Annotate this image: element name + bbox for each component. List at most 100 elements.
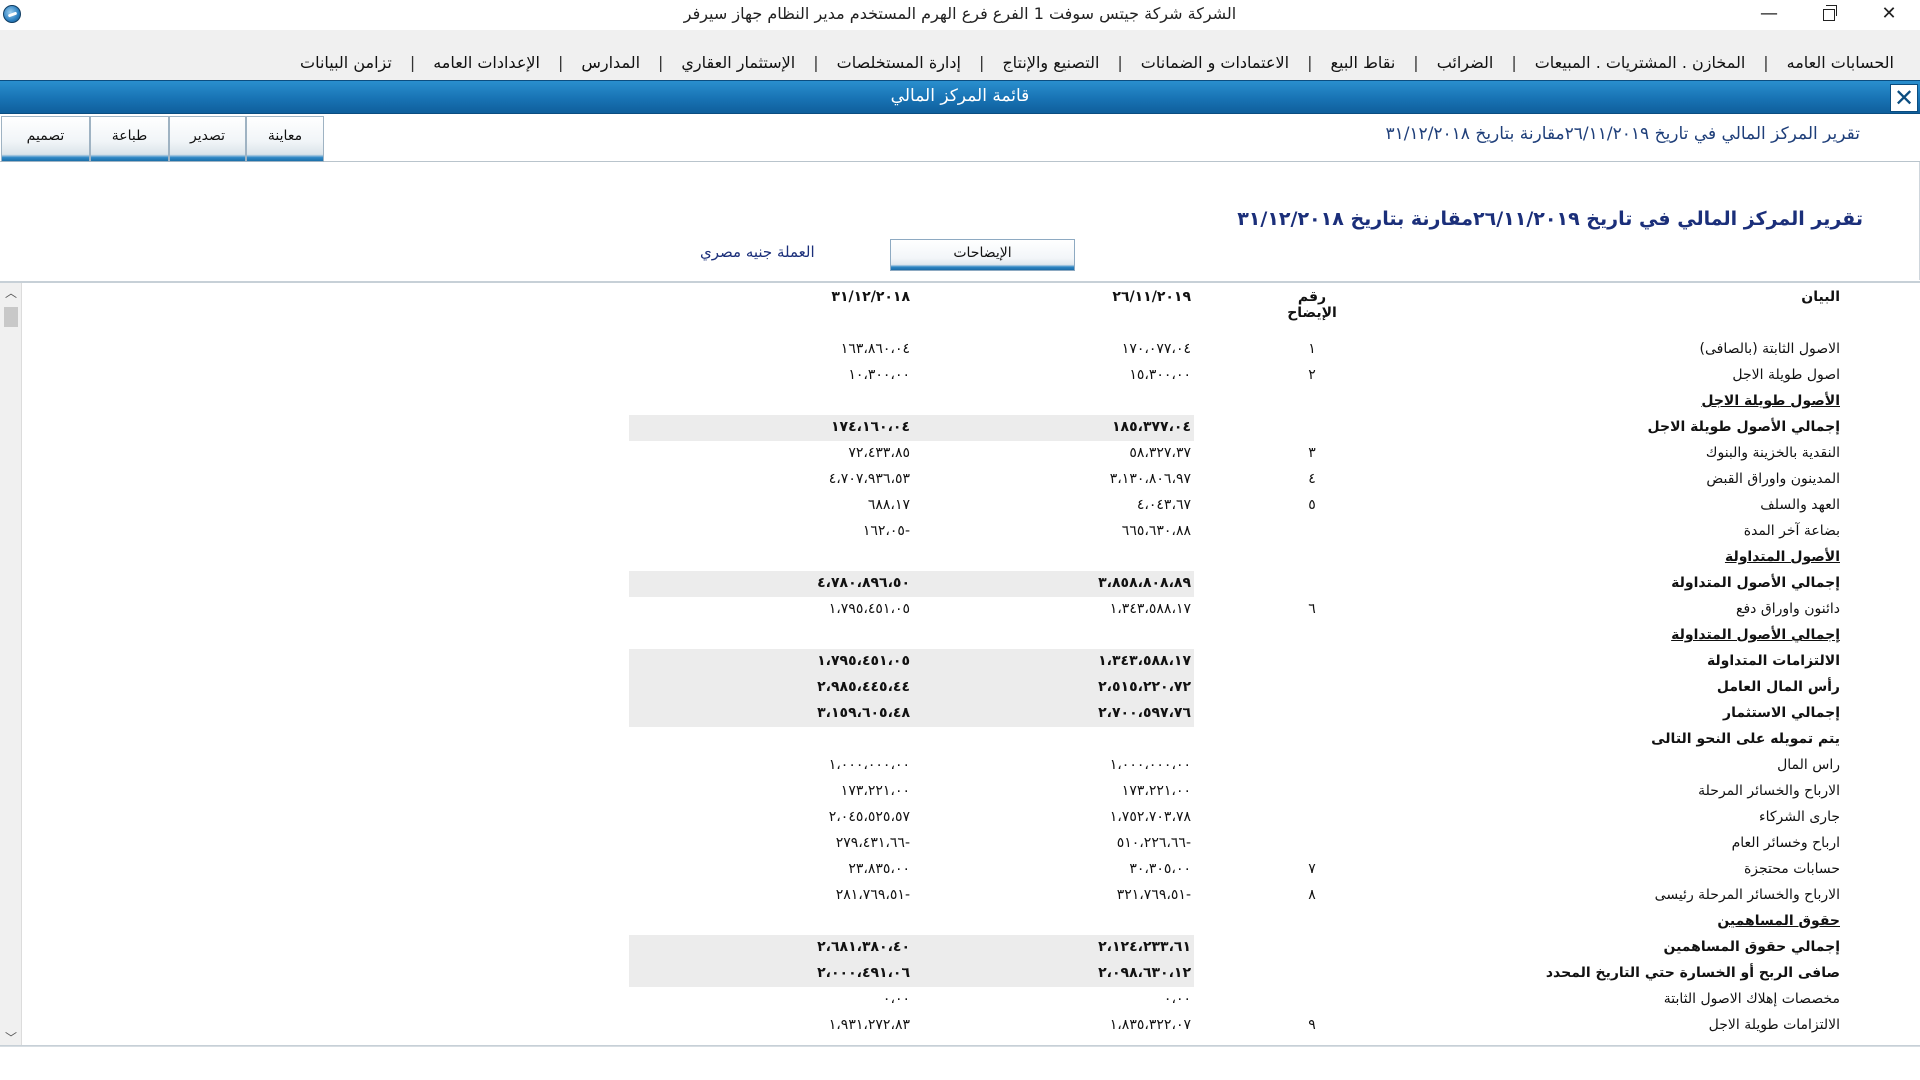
row-label: المدينون واوراق القبض	[1706, 471, 1840, 487]
close-window-button[interactable]: ✕	[1860, 0, 1918, 30]
row-label: الالتزامات طويلة الاجل	[1708, 1017, 1840, 1033]
row-note-number: ٣	[1308, 445, 1316, 461]
row-value-previous: ١،٧٩٥،٤٥١،٠٥	[828, 601, 910, 617]
row-value-previous: ١،٠٠٠،٠٠٠،٠٠	[828, 757, 910, 773]
row-label: الالتزامات المتداولة	[1706, 653, 1840, 669]
row-value-current: ٥٨،٣٢٧،٣٧	[1129, 445, 1191, 461]
table-row: رأس المال العامل ٢،٥١٥،٢٢٠،٧٢ ٢،٩٨٥،٤٤٥،٤٤	[0, 675, 1920, 701]
row-value-previous: ٧٢،٤٣٣،٨٥	[848, 445, 910, 461]
notes-button[interactable]: الإيضاحات	[890, 239, 1075, 271]
row-label: جارى الشركاء	[1759, 809, 1840, 825]
menu-item[interactable]: الضرائب	[1423, 53, 1508, 72]
table-row: يتم تمويله على النحو التالى	[0, 727, 1920, 753]
row-label: الاصول الثابتة (بالصافى)	[1699, 341, 1840, 357]
row-value-current: ٠،٠٠	[1163, 991, 1191, 1007]
minimize-button[interactable]: —	[1740, 0, 1798, 30]
row-value-current: ١٧٠،٠٧٧،٠٤	[1121, 341, 1191, 357]
row-label: حقوق المساهمين	[1717, 913, 1840, 929]
table-row: الالتزامات طويلة الاجل ٩ ١،٨٣٥،٣٢٢،٠٧ ١،٩٣١…	[0, 1013, 1920, 1039]
row-note-number: ٨	[1308, 887, 1316, 903]
row-value-current: ١٨٥،٣٧٧،٠٤	[1112, 419, 1191, 435]
header-date-previous: ٣١/١٢/٢٠١٨	[831, 289, 910, 305]
menu-list: الحسابات العامه | المخازن . المشتريات . ال…	[286, 53, 1908, 72]
menu-item[interactable]: التصنيع والإنتاج	[988, 53, 1113, 72]
table-row: صافى الربح أو الخسارة حتي التاريخ المحدد…	[0, 961, 1920, 987]
table-row: حسابات محتجزة ٧ ٣٠،٣٠٥،٠٠ ٢٣،٨٣٥،٠٠	[0, 857, 1920, 883]
table-row: جارى الشركاء ١،٧٥٢،٧٠٣،٧٨ ٢،٠٤٥،٥٢٥،٥٧	[0, 805, 1920, 831]
row-value-current: ٥١٠،٢٢٦،٦٦-	[1116, 835, 1191, 851]
menu-separator: |	[813, 53, 819, 72]
row-label: إجمالي الأصول طويلة الاجل	[1647, 419, 1841, 435]
row-value-previous: ٢٧٩،٤٣١،٦٦-	[835, 835, 910, 851]
header-note: رقم الإيضاح	[1287, 289, 1337, 321]
row-value-current: ٤،٠٤٣،٦٧	[1136, 497, 1191, 513]
menu-item[interactable]: المخازن . المشتريات . المبيعات	[1521, 53, 1760, 72]
table-row: راس المال ١،٠٠٠،٠٠٠،٠٠ ١،٠٠٠،٠٠٠،٠٠	[0, 753, 1920, 779]
menu-item[interactable]: تزامن البيانات	[286, 53, 406, 72]
row-value-current: ١،٣٤٣،٥٨٨،١٧	[1098, 653, 1191, 669]
row-label: الأصول طويلة الاجل	[1701, 393, 1840, 409]
export-button[interactable]: تصدير	[169, 116, 246, 162]
row-value-current: ٢،٧٠٠،٥٩٧،٧٦	[1098, 705, 1191, 721]
report-header: قائمة المركز المالي ✕	[0, 80, 1920, 114]
table-row: مخصصات إهلاك الاصول الثابتة ٠،٠٠ ٠،٠٠	[0, 987, 1920, 1013]
menu-item[interactable]: إدارة المستخلصات	[823, 53, 975, 72]
menu-item[interactable]: الحسابات العامه	[1773, 53, 1908, 72]
menu-item[interactable]: الإستثمار العقاري	[667, 53, 809, 72]
row-value-previous: ٦٨٨،١٧	[867, 497, 910, 513]
row-value-current: ٣،١٣٠،٨٠٦،٩٧	[1109, 471, 1191, 487]
row-value-previous: ١٧٤،١٦٠،٠٤	[831, 419, 910, 435]
row-value-current: ٢،٠٩٨،٦٣٠،١٢	[1098, 965, 1191, 981]
table-row: دائنون واوراق دفع ٦ ١،٣٤٣،٥٨٨،١٧ ١،٧٩٥،٤٥١،…	[0, 597, 1920, 623]
row-value-current: ١،٨٣٥،٣٢٢،٠٧	[1109, 1017, 1191, 1033]
report-window-title: قائمة المركز المالي	[890, 86, 1030, 106]
table-row: الارباح والخسائر المرحلة رئيسى ٨ ٣٢١،٧٦٩،٥…	[0, 883, 1920, 909]
status-strip	[0, 1046, 1920, 1080]
restore-icon	[1823, 5, 1837, 21]
print-button[interactable]: طباعة	[90, 116, 169, 162]
row-note-number: ١	[1308, 341, 1316, 357]
table-row: المدينون واوراق القبض ٤ ٣،١٣٠،٨٠٦،٩٧ ٤،٧٠٧،…	[0, 467, 1920, 493]
row-value-previous: ١٦٣،٨٦٠،٠٤	[840, 341, 910, 357]
row-value-current: ٢،١٢٤،٢٣٣،٦١	[1098, 939, 1191, 955]
menu-item[interactable]: المدارس	[567, 53, 654, 72]
row-label: إجمالي الأصول المتداولة	[1671, 627, 1840, 643]
maximize-button[interactable]	[1800, 0, 1858, 30]
menu-item[interactable]: الاعتمادات و الضمانات	[1127, 53, 1303, 72]
row-label: ارباح وخسائر العام	[1731, 835, 1840, 851]
menu-item[interactable]: نقاط البيع	[1317, 53, 1410, 72]
table-row: اصول طويلة الاجل ٢ ١٥،٣٠٠،٠٠ ١٠،٣٠٠،٠٠	[0, 363, 1920, 389]
row-label: راس المال	[1777, 757, 1840, 773]
table-row: الأصول طويلة الاجل	[0, 389, 1920, 415]
title-bar: الشركة شركة جيتس سوفت 1 الفرع فرع الهرم …	[0, 0, 1920, 30]
table-row: إجمالي الأصول المتداولة	[0, 623, 1920, 649]
window-title: الشركة شركة جيتس سوفت 1 الفرع فرع الهرم …	[683, 4, 1237, 23]
report-toolbar: تصميم طباعة تصدير معاينة تقرير المركز ال…	[0, 114, 1920, 162]
menu-separator: |	[409, 53, 416, 72]
row-value-previous: ٢،٠٤٥،٥٢٥،٥٧	[828, 809, 910, 825]
row-label: إجمالي الاستثمار	[1723, 705, 1840, 721]
design-button[interactable]: تصميم	[1, 116, 90, 162]
row-note-number: ٥	[1308, 497, 1316, 513]
row-label: دائنون واوراق دفع	[1736, 601, 1840, 617]
menu-separator: |	[1413, 53, 1419, 72]
menu-separator: |	[1511, 53, 1517, 72]
close-report-button[interactable]: ✕	[1890, 84, 1918, 112]
preview-button[interactable]: معاينة	[246, 116, 324, 162]
row-value-current: ١٧٣،٢٢١،٠٠	[1121, 783, 1191, 799]
row-value-current: ٣،٨٥٨،٨٠٨،٨٩	[1098, 575, 1191, 591]
row-note-number: ٢	[1308, 367, 1316, 383]
row-label: النقدية بالخزينة والبنوك	[1705, 445, 1840, 461]
table-row: إجمالي الأصول طويلة الاجل ١٨٥،٣٧٧،٠٤ ١٧٤،١…	[0, 415, 1920, 441]
report-subtitle: تقرير المركز المالي في تاريخ ٢٦/١١/٢٠١٩م…	[1385, 124, 1860, 144]
row-value-current: ٦٦٥،٦٣٠،٨٨	[1121, 523, 1191, 539]
table-row: حقوق المساهمين	[0, 909, 1920, 935]
row-value-previous: ١٠،٣٠٠،٠٠	[848, 367, 910, 383]
menu-item[interactable]: الإعدادات العامه	[419, 53, 554, 72]
row-label: الارباح والخسائر المرحلة رئيسى	[1654, 887, 1840, 903]
row-label: بضاعة آخر المدة	[1743, 523, 1840, 539]
row-value-previous: ١،٧٩٥،٤٥١،٠٥	[817, 653, 910, 669]
table-row: ارباح وخسائر العام ٥١٠،٢٢٦،٦٦- ٢٧٩،٤٣١،٦٦-	[0, 831, 1920, 857]
table-row: إجمالي حقوق المساهمين ٢،١٢٤،٢٣٣،٦١ ٢،٦٨١،٣…	[0, 935, 1920, 961]
menu-separator: |	[658, 53, 664, 72]
